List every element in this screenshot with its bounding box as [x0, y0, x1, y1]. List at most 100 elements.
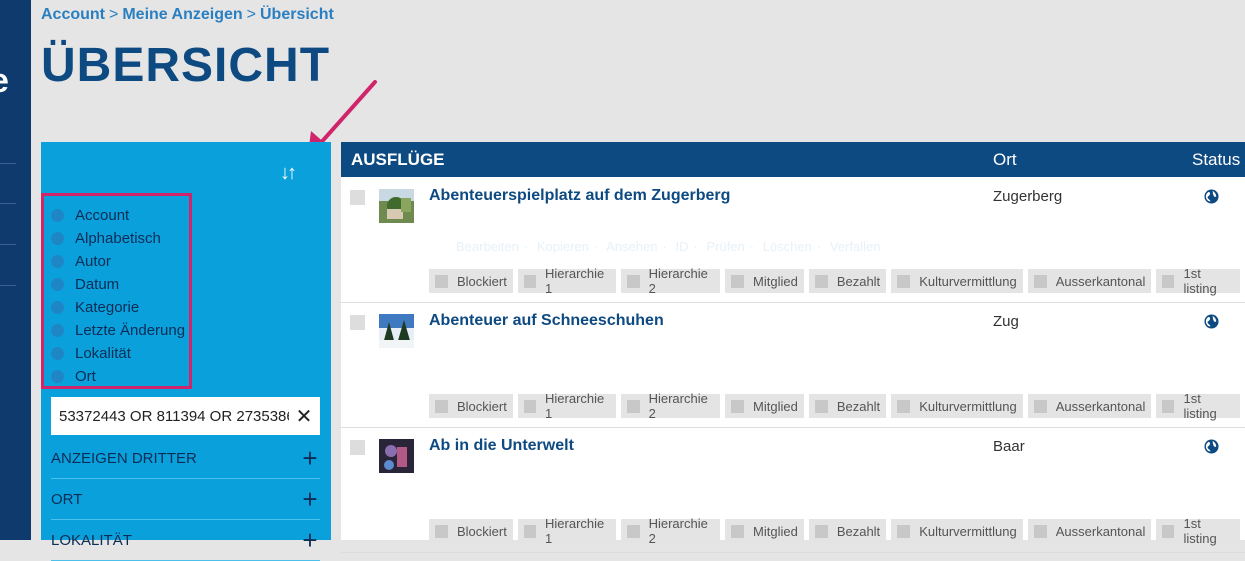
row-actions: Bearbeiten · Kopieren · Ansehen · ID · Prüfe…: [456, 239, 881, 254]
listing-title[interactable]: Ab in die Unterwelt: [429, 437, 574, 455]
tag-blockiert[interactable]: Blockiert: [429, 269, 513, 293]
tag-label: 1st listing: [1183, 516, 1217, 546]
radio-dot-icon: [51, 232, 64, 245]
tag-hierarchie-1[interactable]: Hierarchie 1: [517, 516, 617, 546]
action-pruefen[interactable]: Prüfen: [706, 239, 744, 254]
sort-option-letzte-aenderung[interactable]: Letzte Änderung: [51, 319, 185, 342]
tag-hierarchie-1[interactable]: Hierarchie 1: [517, 391, 617, 421]
column-header-title[interactable]: AUSFLÜGE: [351, 150, 445, 170]
tag-label: Hierarchie 1: [545, 391, 605, 421]
sort-option-label: Autor: [75, 253, 111, 270]
clear-icon[interactable]: ✕: [289, 404, 319, 429]
checkbox-icon: [814, 274, 828, 288]
tag-label: 1st listing: [1183, 391, 1217, 421]
radio-dot-icon: [51, 324, 64, 337]
tag-kulturvermittlung[interactable]: Kulturvermittlung: [891, 519, 1023, 543]
tag-hierarchie-2[interactable]: Hierarchie 2: [621, 516, 721, 546]
action-loeschen[interactable]: Löschen: [763, 239, 812, 254]
tag-label: Ausserkantonal: [1055, 273, 1146, 289]
listing-title[interactable]: Abenteuerspielplatz auf dem Zugerberg: [429, 187, 730, 205]
tag-label: Bezahlt: [836, 273, 881, 289]
tag-bezahlt[interactable]: Bezahlt: [808, 269, 887, 293]
listing-title[interactable]: Abenteuer auf Schneeschuhen: [429, 312, 664, 330]
action-ansehen[interactable]: Ansehen: [606, 239, 657, 254]
tag-mitglied[interactable]: Mitglied: [725, 394, 804, 418]
tag-ausserkantonal[interactable]: Ausserkantonal: [1027, 394, 1152, 418]
tag-1st-listing[interactable]: 1st listing: [1156, 516, 1240, 546]
plus-icon: +: [302, 442, 318, 473]
tag-hierarchie-1[interactable]: Hierarchie 1: [517, 266, 617, 296]
row-checkbox[interactable]: [350, 190, 365, 205]
tag-label: 1st listing: [1183, 266, 1217, 296]
action-kopieren[interactable]: Kopieren: [537, 239, 589, 254]
checkbox-icon: [1033, 274, 1047, 288]
filter-ort[interactable]: ORT +: [51, 479, 320, 520]
breadcrumb-meine-anzeigen[interactable]: Meine Anzeigen: [122, 6, 242, 23]
tag-label: Hierarchie 1: [545, 516, 605, 546]
tag-bezahlt[interactable]: Bezahlt: [808, 394, 887, 418]
tag-label: Mitglied: [753, 398, 798, 414]
sort-option-autor[interactable]: Autor: [51, 250, 185, 273]
tag-label: Ausserkantonal: [1055, 398, 1146, 414]
sort-option-label: Ort: [75, 368, 96, 385]
row-tags: Blockiert Hierarchie 1 Hierarchie 2 Mitg…: [429, 516, 1245, 546]
action-id[interactable]: ID: [675, 239, 688, 254]
tag-hierarchie-2[interactable]: Hierarchie 2: [621, 391, 721, 421]
filter-lokalitaet[interactable]: LOKALITÄT +: [51, 520, 320, 561]
breadcrumb-separator: >: [246, 6, 256, 23]
checkbox-icon: [1033, 524, 1047, 538]
sort-option-label: Letzte Änderung: [75, 322, 186, 339]
sort-option-lokalitaet[interactable]: Lokalität: [51, 342, 185, 365]
checkbox-icon: [523, 399, 536, 413]
sort-option-ort[interactable]: Ort: [51, 365, 185, 388]
left-rail: e: [0, 0, 31, 540]
checkbox-icon: [731, 274, 745, 288]
tag-ausserkantonal[interactable]: Ausserkantonal: [1027, 269, 1152, 293]
rail-divider: [0, 203, 16, 204]
tag-mitglied[interactable]: Mitglied: [725, 269, 804, 293]
tag-ausserkantonal[interactable]: Ausserkantonal: [1027, 519, 1152, 543]
tag-label: Blockiert: [457, 398, 507, 414]
row-checkbox[interactable]: [350, 315, 365, 330]
globe-icon: [1204, 189, 1219, 204]
tag-kulturvermittlung[interactable]: Kulturvermittlung: [891, 394, 1023, 418]
listing-thumbnail: [379, 314, 414, 348]
sort-option-datum[interactable]: Datum: [51, 273, 185, 296]
action-bearbeiten[interactable]: Bearbeiten: [456, 239, 519, 254]
tag-kulturvermittlung[interactable]: Kulturvermittlung: [891, 269, 1023, 293]
action-verfallen[interactable]: Verfallen: [830, 239, 881, 254]
tag-hierarchie-2[interactable]: Hierarchie 2: [621, 266, 721, 296]
globe-icon: [1204, 314, 1219, 329]
radio-dot-icon: [51, 255, 64, 268]
rail-divider: [0, 244, 16, 245]
radio-dot-icon: [51, 278, 64, 291]
sort-option-kategorie[interactable]: Kategorie: [51, 296, 185, 319]
filter-label: ANZEIGEN DRITTER: [51, 449, 197, 467]
checkbox-icon: [897, 274, 911, 288]
filter-anzeigen-dritter[interactable]: ANZEIGEN DRITTER +: [51, 438, 320, 479]
tag-1st-listing[interactable]: 1st listing: [1156, 391, 1240, 421]
column-header-status[interactable]: Status: [1192, 150, 1240, 170]
search-input[interactable]: [59, 401, 289, 431]
column-header-ort[interactable]: Ort: [993, 150, 1017, 170]
tag-blockiert[interactable]: Blockiert: [429, 394, 513, 418]
tag-bezahlt[interactable]: Bezahlt: [808, 519, 887, 543]
sort-option-alphabetisch[interactable]: Alphabetisch: [51, 227, 185, 250]
tag-1st-listing[interactable]: 1st listing: [1156, 266, 1240, 296]
tag-label: Kulturvermittlung: [919, 273, 1017, 289]
listing-thumbnail: [379, 439, 414, 473]
sort-arrows-icon[interactable]: ↓↑: [273, 160, 301, 186]
radio-dot-icon: [51, 370, 64, 383]
sort-option-account[interactable]: Account: [51, 204, 185, 227]
tag-mitglied[interactable]: Mitglied: [725, 519, 804, 543]
row-checkbox[interactable]: [350, 440, 365, 455]
row-tags: Blockiert Hierarchie 1 Hierarchie 2 Mitg…: [429, 266, 1245, 296]
sort-option-label: Account: [75, 207, 130, 224]
tag-label: Ausserkantonal: [1055, 523, 1146, 539]
breadcrumb-account[interactable]: Account: [41, 6, 105, 23]
tag-blockiert[interactable]: Blockiert: [429, 519, 513, 543]
checkbox-icon: [435, 399, 448, 413]
breadcrumb: Account > Meine Anzeigen > Übersicht: [41, 6, 334, 24]
checkbox-icon: [731, 399, 745, 413]
tag-label: Bezahlt: [836, 398, 881, 414]
